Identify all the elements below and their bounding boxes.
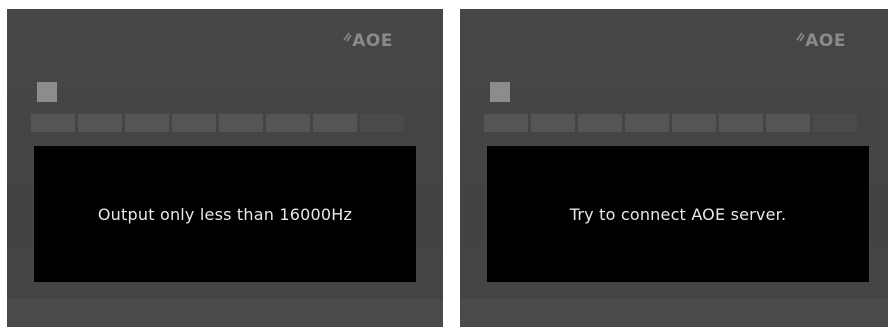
status-indicator bbox=[37, 82, 57, 102]
message-display: Output only less than 16000Hz bbox=[34, 146, 416, 282]
level-segment bbox=[172, 114, 216, 132]
level-segment bbox=[219, 114, 263, 132]
bottom-strip bbox=[7, 299, 443, 327]
message-text: Try to connect AOE server. bbox=[569, 204, 787, 224]
level-segment bbox=[578, 114, 622, 132]
level-meter bbox=[484, 114, 857, 132]
device-screen-right: AOE Try to connect AOE server. bbox=[460, 9, 888, 327]
level-segment bbox=[672, 114, 716, 132]
brand-logo: AOE bbox=[342, 33, 393, 50]
level-segment bbox=[125, 114, 169, 132]
brand-logo-text: AOE bbox=[805, 31, 846, 51]
brand-logo-text: AOE bbox=[352, 31, 393, 51]
level-segment bbox=[719, 114, 763, 132]
level-segment bbox=[360, 114, 404, 132]
signal-wave-icon bbox=[796, 32, 805, 42]
level-segment bbox=[78, 114, 122, 132]
message-text: Output only less than 16000Hz bbox=[97, 204, 353, 224]
level-meter bbox=[31, 114, 404, 132]
message-display: Try to connect AOE server. bbox=[487, 146, 869, 282]
status-indicator bbox=[490, 82, 510, 102]
level-segment bbox=[531, 114, 575, 132]
brand-logo: AOE bbox=[795, 33, 846, 50]
device-screen-left: AOE Output only less than 16000Hz bbox=[7, 9, 443, 327]
level-segment bbox=[484, 114, 528, 132]
level-segment bbox=[625, 114, 669, 132]
level-segment bbox=[313, 114, 357, 132]
level-segment bbox=[813, 114, 857, 132]
level-segment bbox=[31, 114, 75, 132]
level-segment bbox=[266, 114, 310, 132]
level-segment bbox=[766, 114, 810, 132]
bottom-strip bbox=[460, 299, 888, 327]
signal-wave-icon bbox=[343, 32, 352, 42]
stage: AOE Output only less than 16000Hz AOE Tr… bbox=[0, 0, 888, 329]
